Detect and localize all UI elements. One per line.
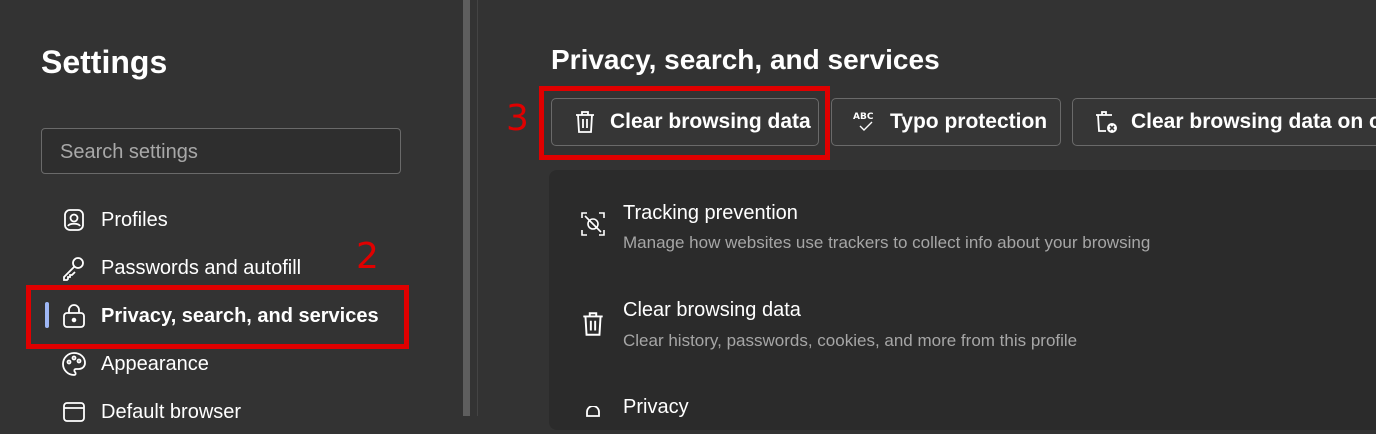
profile-icon <box>64 209 84 231</box>
clear-browsing-data-on-close-button[interactable]: Clear browsing data on close <box>1072 98 1376 146</box>
annotation-step-3: 3 <box>506 98 529 139</box>
button-label: Clear browsing data on close <box>1131 110 1376 133</box>
trash-x-icon <box>1096 111 1117 133</box>
abc-check-icon: ABC <box>853 112 874 131</box>
sidebar-item-profiles[interactable]: Profiles <box>60 200 168 240</box>
typo-protection-button[interactable]: ABC Typo protection <box>831 98 1061 146</box>
row-title: Tracking prevention <box>623 202 798 224</box>
sidebar-item-default-browser[interactable]: Default browser <box>60 392 241 432</box>
tracking-prevention-row[interactable]: Tracking prevention Manage how websites … <box>549 170 1369 270</box>
palette-icon <box>62 352 86 376</box>
privacy-row[interactable]: Privacy <box>549 370 1369 430</box>
sidebar-item-label: Passwords and autofill <box>101 256 302 279</box>
sidebar-item-label: Appearance <box>101 352 209 375</box>
svg-text:ABC: ABC <box>853 112 874 122</box>
sidebar-item-passwords[interactable]: Passwords and autofill <box>60 248 301 288</box>
key-icon <box>63 257 84 281</box>
sidebar-item-label: Profiles <box>101 208 168 231</box>
sidebar-item-label: Default browser <box>101 400 242 423</box>
trash-icon <box>583 312 603 336</box>
row-description: Manage how websites use trackers to coll… <box>623 233 1151 252</box>
annotation-highlight-privacy <box>26 285 409 349</box>
settings-sidebar: Settings Search settings Profiles Passwo… <box>0 0 463 423</box>
annotation-step-2: 2 <box>356 236 379 277</box>
clear-browsing-data-row[interactable]: Clear browsing data Clear history, passw… <box>549 270 1369 370</box>
sidebar-item-appearance[interactable]: Appearance <box>60 344 209 384</box>
main-content: Privacy, search, and services Clear brow… <box>478 0 1376 430</box>
row-description: Clear history, passwords, cookies, and m… <box>623 331 1078 350</box>
page-title: Privacy, search, and services <box>551 44 940 75</box>
sidebar-splitter[interactable] <box>463 0 470 416</box>
browser-icon <box>63 402 85 422</box>
annotation-highlight-clear-button <box>539 86 830 160</box>
search-input[interactable]: Search settings <box>41 128 401 174</box>
settings-card: Tracking prevention Manage how websites … <box>549 170 1376 430</box>
settings-title: Settings <box>41 44 168 80</box>
privacy-icon <box>586 406 600 417</box>
button-label: Typo protection <box>890 110 1048 133</box>
row-title: Clear browsing data <box>623 299 801 321</box>
tracking-icon <box>581 212 605 236</box>
